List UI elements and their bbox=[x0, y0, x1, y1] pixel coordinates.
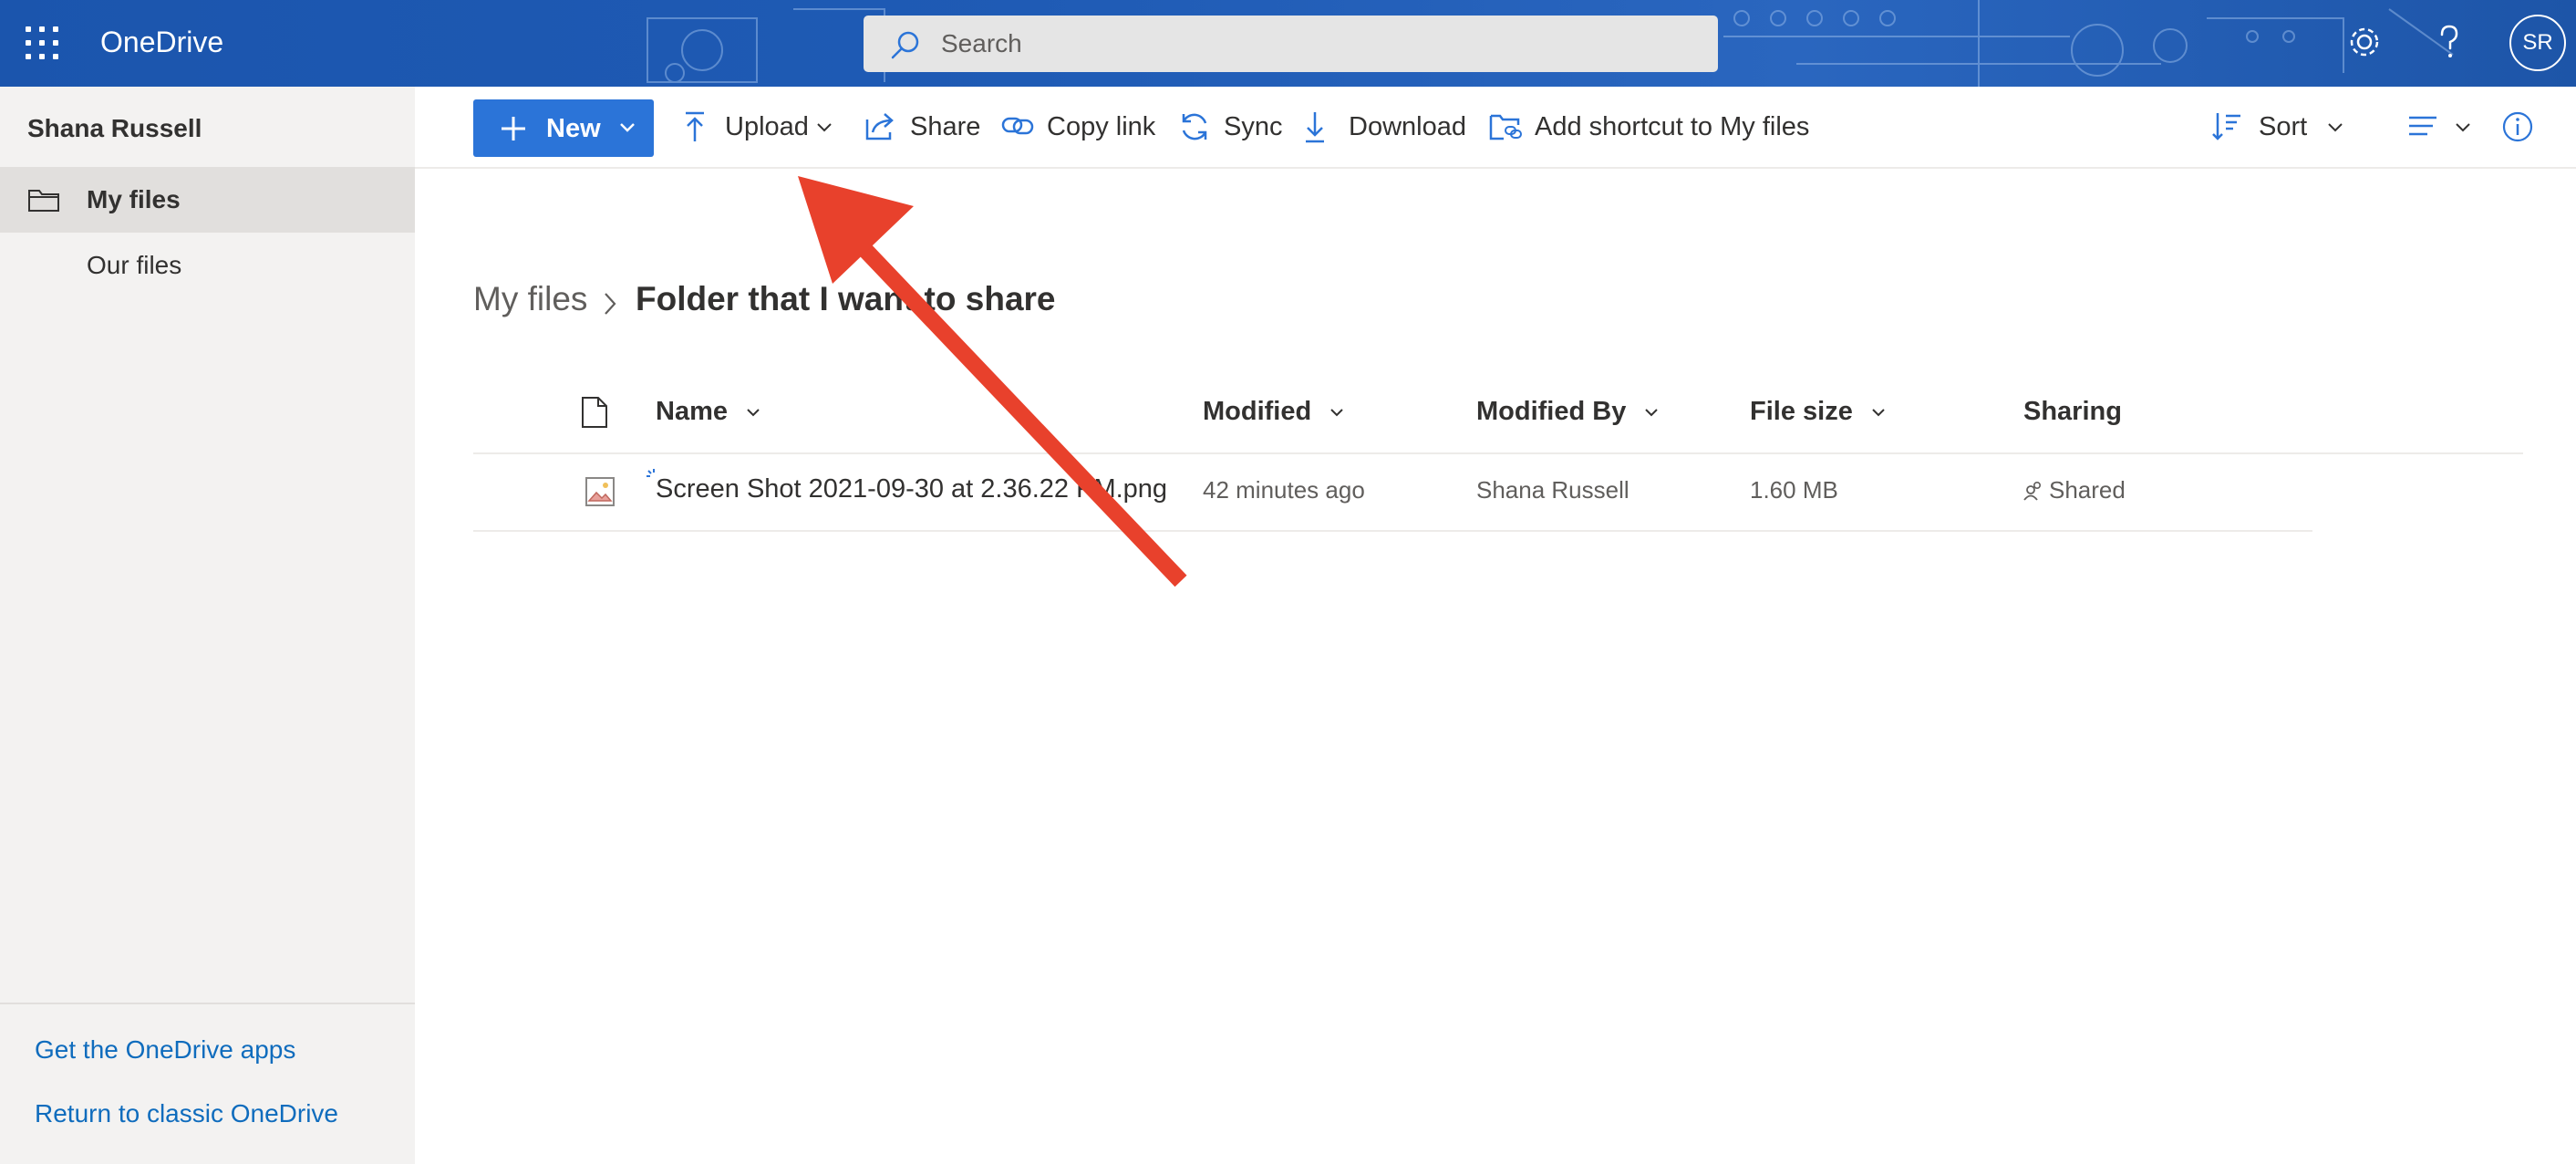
link-icon bbox=[1001, 117, 1034, 135]
new-button[interactable]: New bbox=[473, 99, 654, 157]
chevron-down-icon bbox=[1872, 409, 1885, 417]
sync-icon bbox=[1182, 113, 1207, 140]
chevron-down-icon bbox=[1330, 409, 1343, 417]
download-icon bbox=[1306, 112, 1324, 143]
classic-onedrive-link[interactable]: Return to classic OneDrive bbox=[35, 1099, 338, 1128]
folder-icon bbox=[28, 190, 59, 212]
breadcrumb-current: Folder that I want to share bbox=[636, 280, 1056, 317]
avatar[interactable]: SR bbox=[2509, 15, 2566, 71]
help-icon[interactable] bbox=[2431, 22, 2467, 62]
upload-icon bbox=[686, 111, 704, 141]
nav-divider bbox=[0, 1003, 415, 1004]
command-bar: New Upload Share Copy link Sync Download… bbox=[415, 87, 2576, 169]
copy-link-label: Copy link bbox=[1047, 112, 1156, 141]
search-input[interactable] bbox=[941, 25, 1689, 63]
sync-label: Sync bbox=[1224, 112, 1283, 141]
chevron-down-icon bbox=[1645, 409, 1659, 417]
sort-button[interactable]: Sort bbox=[2211, 110, 2348, 147]
search-icon bbox=[891, 31, 919, 59]
table-header: Name Modified Modified By File size Shar… bbox=[473, 383, 2523, 454]
copy-link-button[interactable]: Copy link bbox=[1001, 110, 1165, 147]
table-row[interactable]: Screen Shot 2021-09-30 at 2.36.22 PM.png… bbox=[473, 456, 2312, 532]
file-modified-by: Shana Russell bbox=[1476, 476, 1629, 504]
app-launcher-icon[interactable] bbox=[26, 26, 58, 59]
share-button[interactable]: Share bbox=[864, 110, 981, 147]
get-apps-link[interactable]: Get the OneDrive apps bbox=[35, 1035, 295, 1065]
sidebar-item-our-files[interactable]: Our files bbox=[0, 233, 415, 298]
file-size: 1.60 MB bbox=[1750, 476, 1838, 504]
image-file-icon bbox=[585, 477, 615, 506]
gear-icon[interactable] bbox=[2344, 22, 2385, 62]
chevron-down-icon bbox=[817, 123, 832, 132]
sort-label: Sort bbox=[2259, 112, 2308, 141]
view-options-button[interactable] bbox=[2407, 110, 2476, 147]
column-label: Modified By bbox=[1476, 397, 1627, 426]
column-label: Sharing bbox=[2023, 397, 2122, 426]
sort-icon bbox=[2212, 113, 2240, 140]
sharing-label: Shared bbox=[2049, 476, 2126, 504]
upload-label: Upload bbox=[725, 112, 809, 141]
column-label: File size bbox=[1750, 397, 1853, 426]
share-icon bbox=[865, 113, 894, 140]
column-header-sharing[interactable]: Sharing bbox=[2023, 397, 2122, 427]
sharing-status[interactable]: Shared bbox=[2023, 476, 2126, 504]
column-header-modified-by[interactable]: Modified By bbox=[1476, 397, 1659, 427]
add-shortcut-label: Add shortcut to My files bbox=[1535, 112, 1810, 141]
file-modified: 42 minutes ago bbox=[1203, 476, 1365, 504]
column-label: Modified bbox=[1203, 397, 1312, 426]
chevron-down-icon bbox=[2456, 123, 2470, 132]
sidebar-item-label: My files bbox=[87, 185, 181, 213]
column-header-modified[interactable]: Modified bbox=[1203, 397, 1344, 427]
chevron-right-icon bbox=[605, 293, 616, 315]
sidebar-item-label: Our files bbox=[87, 251, 182, 279]
share-label: Share bbox=[910, 112, 981, 141]
list-view-icon bbox=[2409, 116, 2436, 136]
sync-button[interactable]: Sync bbox=[1178, 110, 1283, 147]
user-name: Shana Russell bbox=[27, 114, 202, 142]
info-icon bbox=[2502, 111, 2533, 142]
new-button-label: New bbox=[546, 114, 601, 143]
plus-icon bbox=[502, 117, 525, 140]
breadcrumb-root[interactable]: My files bbox=[473, 280, 587, 318]
column-header-file-size[interactable]: File size bbox=[1750, 397, 1886, 427]
info-button[interactable] bbox=[2501, 110, 2538, 147]
chevron-down-icon bbox=[620, 123, 635, 132]
download-label: Download bbox=[1349, 112, 1466, 141]
sidebar-item-my-files[interactable]: My files bbox=[0, 167, 415, 233]
chevron-down-icon bbox=[2328, 123, 2343, 132]
download-button[interactable]: Download bbox=[1303, 110, 1472, 147]
chevron-down-icon bbox=[747, 409, 760, 417]
left-navigation: Shana Russell My files Our files Get the… bbox=[0, 87, 415, 1164]
app-title[interactable]: OneDrive bbox=[100, 26, 223, 59]
column-header-name[interactable]: Name bbox=[656, 397, 760, 427]
file-name[interactable]: Screen Shot 2021-09-30 at 2.36.22 PM.png bbox=[656, 474, 1167, 504]
top-bar: OneDrive SR bbox=[0, 0, 2576, 87]
file-type-icon[interactable] bbox=[581, 396, 608, 429]
add-shortcut-button[interactable]: Add shortcut to My files bbox=[1489, 110, 1810, 147]
search-box[interactable] bbox=[864, 16, 1718, 72]
add-shortcut-icon bbox=[1489, 114, 1522, 140]
column-label: Name bbox=[656, 397, 728, 426]
upload-button[interactable]: Upload bbox=[683, 110, 838, 147]
people-icon bbox=[2023, 481, 2042, 501]
